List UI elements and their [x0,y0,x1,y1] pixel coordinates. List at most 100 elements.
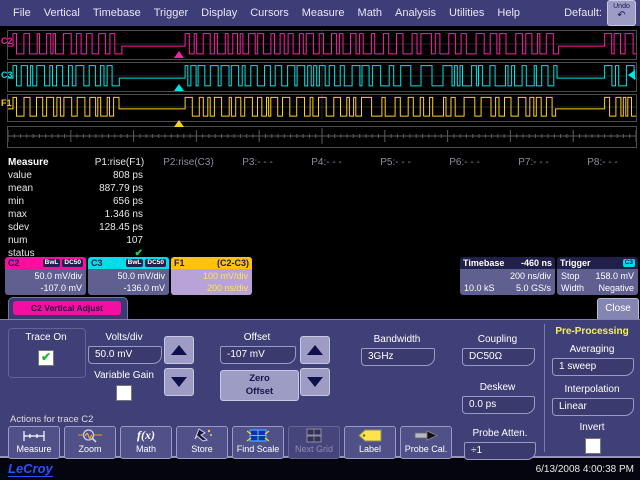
probe-cal-button[interactable]: Probe Cal. [400,426,452,459]
waveform-display-area: C2 C3 F1 [0,26,640,156]
status-bar: LeCroy 6/13/2008 4:00:38 PM [0,460,640,480]
measure-row-value: 656 ps [55,196,143,207]
menu-math[interactable]: Math [358,7,382,19]
zero-offset-button[interactable]: Zero Offset [220,370,299,401]
volts-div-down-button[interactable] [164,368,194,396]
c2-vertical-adjust-dialog: Trace On ✔ Volts/div 50.0 mV Variable Ga… [0,319,640,458]
menu-analysis[interactable]: Analysis [395,7,436,19]
measure-col-p5: P5:- - - [361,157,430,168]
averaging-field[interactable]: 1 sweep [552,358,634,376]
measure-icon [9,427,59,444]
timebase-rate: 5.0 GS/s [516,282,551,294]
interpolation-label: Interpolation [552,384,632,395]
timebase-samples: 10.0 kS [464,282,495,294]
zoom-button[interactable]: Zoom [64,426,116,459]
c2-trigger-time-marker[interactable] [174,51,184,58]
find-scale-button[interactable]: Find Scale [232,426,284,459]
variable-gain-checkbox[interactable] [116,385,132,401]
find-scale-grid-icon [233,427,283,444]
timebase-descriptor-box[interactable]: Timebase -460 ns 200 ns/div 10.0 kS 5.0 … [460,257,555,295]
zero-offset-line1: Zero [221,372,298,385]
coupling-label: Coupling [462,334,533,345]
trace-on-label: Trace On [8,332,84,343]
timebase-delay: -460 ns [521,258,552,268]
f1-descriptor-box[interactable]: F1 (C2-C3) 100 mV/div 200 ns/div [171,257,252,295]
menu-timebase[interactable]: Timebase [93,7,141,19]
waveform-grid-c2 [7,30,637,60]
volts-div-field[interactable]: 50.0 mV [88,346,162,364]
close-button[interactable]: Close [597,298,639,321]
f1-trigger-time-marker[interactable] [174,120,184,127]
offset-down-button[interactable] [300,368,330,396]
coupling-field[interactable]: DC50Ω [462,348,535,366]
c3-dc50-badge: DC50 [145,259,166,267]
measure-col-p7: P7:- - - [499,157,568,168]
f1-source: (C2-C3) [217,258,249,268]
f1-volts-per-div: 100 mV/div [175,270,248,282]
invert-checkbox[interactable] [585,438,601,454]
measure-row-value: 128.45 ps [55,222,143,233]
measure-header-row: Measure P1:rise(F1) P2:rise(C3) P3:- - -… [0,157,637,168]
label-tag-icon [345,427,395,444]
bandwidth-label: Bandwidth [361,334,433,345]
interpolation-field[interactable]: Linear [552,398,634,416]
zoom-magnifier-icon [65,427,115,444]
invert-label: Invert [552,422,632,433]
measure-row-label: mean [8,183,33,194]
offset-field[interactable]: -107 mV [220,346,296,364]
measure-col-p3: P3:- - - [223,157,292,168]
bandwidth-field[interactable]: 3GHz [361,348,435,366]
menu-display[interactable]: Display [201,7,237,19]
volts-div-label: Volts/div [88,332,160,343]
store-button[interactable]: Store [176,426,228,459]
default-setup-label: Default: [564,7,602,19]
measure-col-p4: P4:- - - [292,157,361,168]
menu-cursors[interactable]: Cursors [250,7,289,19]
averaging-label: Averaging [552,344,632,355]
menu-trigger[interactable]: Trigger [154,7,188,19]
measure-col-p1: P1:rise(F1) [85,157,154,168]
measure-row-label: value [8,170,32,181]
down-arrow-icon [307,377,323,387]
undo-button[interactable]: Undo ↶ [607,0,636,26]
trace-on-checkbox[interactable]: ✔ [38,350,54,366]
c3-descriptor-box[interactable]: C3 BwL DC50 50.0 mV/div -136.0 mV [88,257,169,295]
trigger-descriptor-box[interactable]: Trigger C3 Stop 158.0 mV Width Negative [557,257,638,295]
c3-offset-value: -136.0 mV [92,282,165,294]
menu-vertical[interactable]: Vertical [44,7,80,19]
c3-bwl-badge: BwL [126,259,144,267]
c3-trigger-time-marker[interactable] [174,84,184,91]
c2-descriptor-box[interactable]: C2 BwL DC50 50.0 mV/div -107.0 mV [5,257,86,295]
label-button[interactable]: Label [344,426,396,459]
menu-file[interactable]: File [13,7,31,19]
volts-div-up-button[interactable] [164,336,194,364]
preprocessing-separator [544,324,545,452]
c2-volts-per-div: 50.0 mV/div [9,270,82,282]
measure-row-label: min [8,196,24,207]
datetime-display: 6/13/2008 4:00:38 PM [536,464,634,475]
up-arrow-icon [171,345,187,355]
tab-c2-vertical-adjust[interactable]: C2 Vertical Adjust [8,297,128,320]
c2-trace-label: C2 [1,36,13,46]
offset-up-button[interactable] [300,336,330,364]
store-arrow-icon [177,427,227,444]
c3-trace-label: C3 [1,70,13,80]
trigger-level-marker[interactable] [628,70,635,80]
c3-volts-per-div: 50.0 mV/div [92,270,165,282]
waveform-grid-c3 [7,62,637,92]
fx-icon: f(x) [137,428,155,443]
menu-measure[interactable]: Measure [302,7,345,19]
menu-help[interactable]: Help [497,7,520,19]
next-grid-icon [289,427,339,444]
lecroy-logo[interactable]: LeCroy [8,462,53,477]
f1-time-per-div: 200 ns/div [175,282,248,294]
trigger-title: Trigger [560,258,591,268]
c2-offset-value: -107.0 mV [9,282,82,294]
probe-atten-field[interactable]: ÷1 [464,442,536,460]
c2-waveform-trace [8,31,636,57]
math-button[interactable]: f(x) Math [120,426,172,459]
menu-utilities[interactable]: Utilities [449,7,484,19]
menu-bar: File Vertical Timebase Trigger Display C… [0,0,640,27]
deskew-field[interactable]: 0.0 ps [462,396,535,414]
measure-button[interactable]: Measure [8,426,60,459]
